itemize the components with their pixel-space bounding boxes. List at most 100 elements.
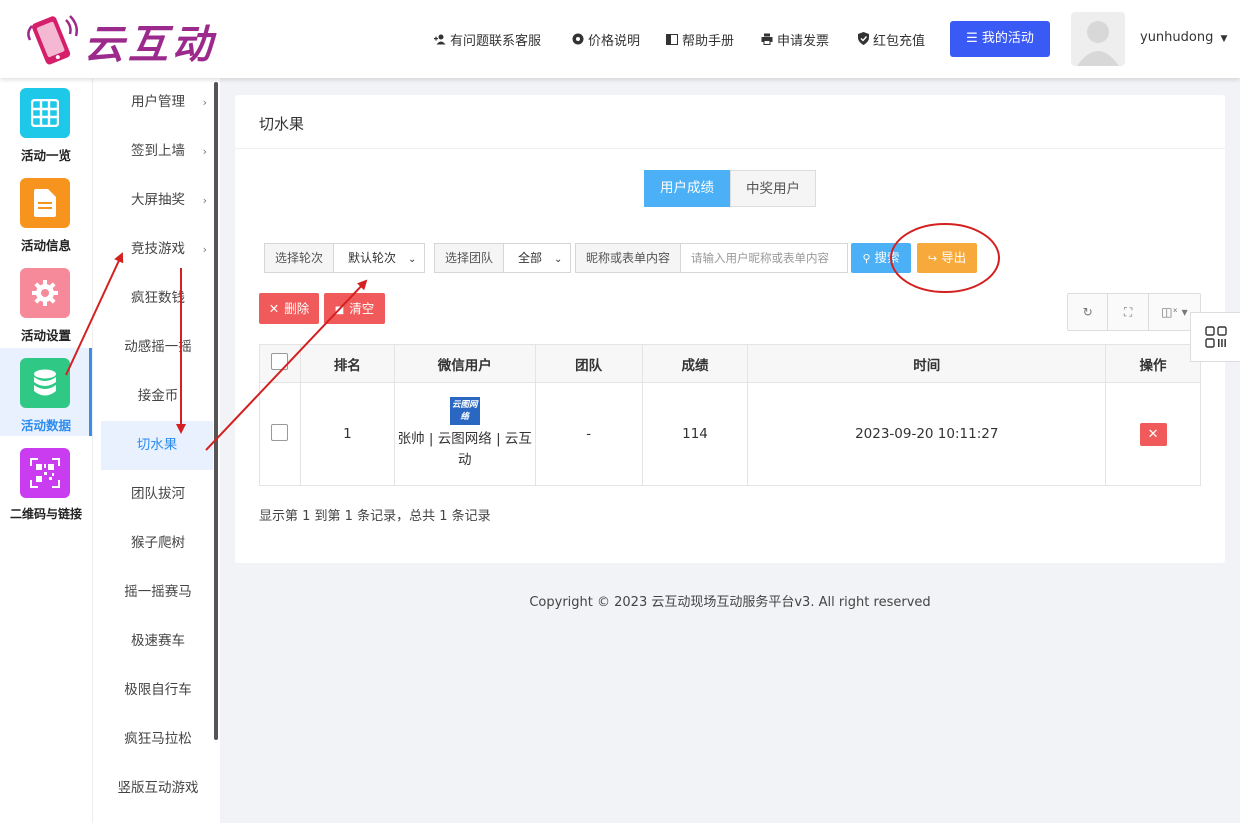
my-activities-label: 我的活动 [981, 31, 1034, 46]
refresh-icon[interactable]: ↻ [1068, 294, 1109, 330]
shield-check-icon [856, 32, 870, 48]
team-select-value: 全部 [518, 251, 543, 265]
game-label: 疯狂数钱 [131, 290, 185, 306]
search-button[interactable]: ⚲ 搜索 [851, 243, 911, 273]
user-placeholder-icon [1077, 21, 1119, 66]
main-card: 切水果 用户成绩 中奖用户 选择轮次 默认轮次 ⌄ 选择团队 全部 ⌄ 昵称或表单内… [235, 95, 1225, 563]
score-cell: 114 [641, 382, 749, 486]
select-all-cell [259, 344, 301, 383]
col-actions: 操作 [1105, 344, 1201, 383]
game-horse-race[interactable]: 摇一摇赛马 [103, 568, 213, 617]
tab-winning-users[interactable]: 中奖用户 [730, 170, 816, 207]
export-button[interactable]: ↪ 导出 [917, 243, 977, 273]
nav-activity-settings[interactable]: 活动设置 [0, 258, 92, 346]
col-score[interactable]: 成绩 [641, 344, 749, 383]
game-speed-racing[interactable]: 极速赛车 [103, 617, 213, 666]
round-select[interactable]: 默认轮次 ⌄ [334, 244, 424, 272]
chevron-right-icon: › [202, 194, 207, 207]
list-icon: ☰ [966, 31, 978, 46]
contact-support-label: 有问题联系客服 [450, 34, 542, 49]
wechat-user-cell: 云图网络 张帅 | 云图网络 | 云互动 [393, 382, 536, 486]
nav-activity-overview-label: 活动一览 [20, 148, 71, 163]
game-crazy-money[interactable]: 疯狂数钱 [103, 274, 213, 323]
game-monkey-climb[interactable]: 猴子爬树 [103, 519, 213, 568]
select-all-checkbox[interactable] [271, 353, 289, 370]
redpacket-recharge-link[interactable]: 红包充值 [856, 30, 925, 49]
logo[interactable]: 云互动 [22, 10, 232, 68]
round-select-value: 默认轮次 [348, 251, 397, 265]
col-rank[interactable]: 排名 [299, 344, 395, 383]
qrcode-icon [20, 448, 70, 498]
game-catch-coins[interactable]: 接金币 [103, 372, 213, 421]
team-cell: - [534, 382, 643, 486]
chevron-right-icon: › [202, 145, 207, 158]
username: yunhudong [1140, 30, 1214, 45]
chevron-down-icon: ⌄ [554, 254, 563, 265]
game-label: 切水果 [136, 437, 178, 453]
nav-qrcode-links[interactable]: 二维码与链接 [0, 438, 92, 526]
game-shake[interactable]: 动感摇一摇 [103, 323, 213, 372]
game-label: 团队拔河 [131, 486, 185, 502]
help-manual-label: 帮助手册 [682, 34, 735, 49]
col-time[interactable]: 时间 [747, 344, 1107, 383]
subnav-user-management-label: 用户管理 [131, 94, 185, 110]
game-label: 接金币 [137, 388, 179, 404]
subnav-competitive-games[interactable]: 竞技游戏 › [103, 225, 213, 274]
contact-support-link[interactable]: 有问题联系客服 [433, 30, 541, 49]
nav-activity-overview[interactable]: 活动一览 [0, 78, 92, 166]
gear-icon [20, 268, 70, 318]
game-label: 猴子爬树 [131, 535, 185, 551]
help-manual-link[interactable]: 帮助手册 [665, 30, 734, 49]
my-activities-button[interactable]: ☰ 我的活动 [950, 21, 1050, 57]
nav-activity-info[interactable]: 活动信息 [0, 168, 92, 256]
col-wechat-user[interactable]: 微信用户 [393, 344, 536, 383]
game-label: 疯狂马拉松 [124, 731, 192, 747]
game-label: 极限自行车 [124, 682, 192, 698]
team-filter-label: 选择团队 [435, 244, 505, 272]
database-icon [20, 358, 70, 408]
invoice-link[interactable]: 申请发票 [760, 30, 829, 49]
add-user-icon [433, 34, 447, 48]
delete-label: 删除 [284, 301, 310, 316]
row-checkbox[interactable] [271, 423, 289, 441]
col-team[interactable]: 团队 [534, 344, 643, 383]
subnav-screen-lottery-label: 大屏抽奖 [131, 192, 185, 208]
floating-qrcode-button[interactable] [1190, 312, 1240, 362]
table-header-row: 排名 微信用户 团队 成绩 时间 操作 [259, 344, 1201, 383]
gear-icon [571, 33, 585, 48]
game-tug-of-war[interactable]: 团队拔河 [103, 470, 213, 519]
caret-down-icon: ▼ [1220, 34, 1228, 44]
chevron-right-icon: › [202, 96, 207, 109]
delete-row-button[interactable]: ✕ [1139, 422, 1167, 446]
keyword-input[interactable] [681, 244, 848, 272]
chevron-down-icon: › [202, 243, 207, 256]
secondary-nav: 用户管理 › 签到上墙 › 大屏抽奖 › 竞技游戏 › 疯狂数钱 动感摇一摇 接金币 切… [92, 78, 220, 823]
avatar[interactable] [1071, 12, 1125, 66]
actions-cell: ✕ [1105, 382, 1201, 486]
row-select-cell [259, 382, 301, 486]
game-label: 极速赛车 [131, 633, 185, 649]
delete-button[interactable]: ✕ 删除 [259, 293, 319, 324]
copyright: Copyright © 2023 云互动现场互动服务平台v3. All righ… [529, 595, 931, 610]
subnav-checkin-wall[interactable]: 签到上墙 › [103, 127, 213, 176]
pricing-link[interactable]: 价格说明 [571, 30, 640, 49]
chevron-down-icon: ⌄ [408, 254, 417, 265]
tab-user-scores[interactable]: 用户成绩 [644, 170, 730, 207]
search-icon: ⚲ [862, 252, 871, 265]
user-menu[interactable]: yunhudong ▼ [1140, 30, 1227, 45]
table-row: 1 云图网络 张帅 | 云图网络 | 云互动 - 114 2023-09-20 … [259, 382, 1201, 486]
subnav-competitive-games-label: 竞技游戏 [131, 241, 185, 257]
subnav-user-management[interactable]: 用户管理 › [103, 78, 213, 127]
fullscreen-icon[interactable]: ⛶ [1108, 294, 1149, 330]
game-fruit-cut[interactable]: 切水果 [101, 421, 213, 470]
game-crazy-marathon[interactable]: 疯狂马拉松 [103, 715, 213, 764]
subnav-scrollbar[interactable] [214, 82, 218, 740]
subnav-screen-lottery[interactable]: 大屏抽奖 › [103, 176, 213, 225]
game-vertical-games[interactable]: 竖版互动游戏 [103, 764, 213, 813]
team-filter: 选择团队 全部 ⌄ [434, 243, 572, 273]
left-nav: 活动一览 活动信息 活动设置 活动数据 二维码与链接 [0, 78, 92, 823]
team-select[interactable]: 全部 ⌄ [504, 244, 570, 272]
nav-activity-data[interactable]: 活动数据 [0, 348, 92, 436]
clear-button[interactable]: ■ 清空 [324, 293, 385, 324]
game-extreme-bicycle[interactable]: 极限自行车 [103, 666, 213, 715]
